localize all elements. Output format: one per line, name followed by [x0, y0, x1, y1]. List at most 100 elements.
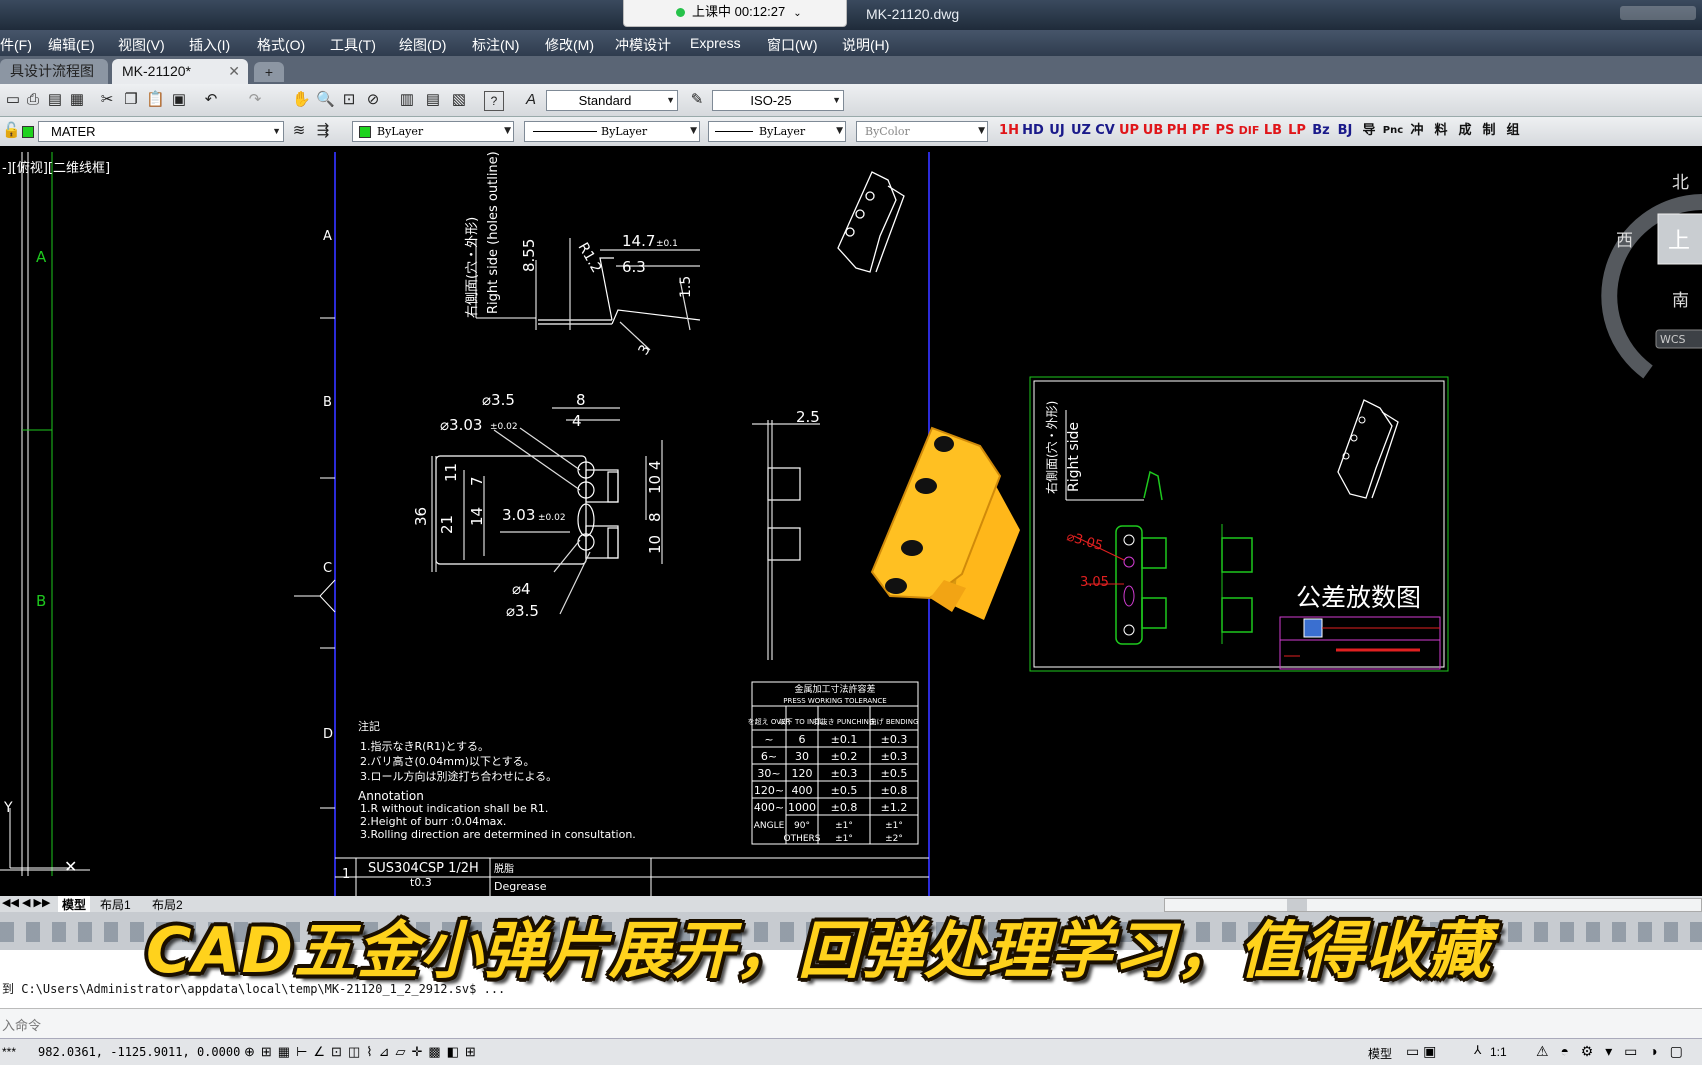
menu-express[interactable]: Express [690, 35, 741, 51]
menu-insert[interactable]: 插入(I) [189, 35, 230, 55]
linetype-select[interactable]: ByLayer ▼ [524, 121, 700, 142]
copy-icon[interactable]: ❐ [122, 91, 140, 109]
custom-button-1h[interactable]: 1H [998, 119, 1020, 143]
menu-tools[interactable]: 工具(T) [330, 35, 376, 55]
dim-style-icon[interactable]: ✎ [688, 91, 706, 109]
dim-dia-3-5: ⌀3.5 [482, 391, 515, 409]
paste-icon[interactable]: 📋 [146, 91, 165, 109]
menu-draw[interactable]: 绘图(D) [399, 35, 446, 55]
layer-previous-icon[interactable]: ⇶ [314, 122, 332, 140]
color-select[interactable]: ByLayer ▼ [352, 121, 514, 142]
dim-10-lower: 10 [646, 535, 664, 554]
menu-view[interactable]: 视图(V) [118, 35, 165, 55]
custom-button-ph[interactable]: PH [1166, 119, 1188, 143]
menu-file[interactable]: 件(F) [0, 35, 32, 55]
pan-icon[interactable]: ✋ [292, 91, 311, 109]
custom-button-dif[interactable]: DIF [1238, 119, 1260, 143]
status-tray-icons[interactable]: ⚠ ◓ ⚙ ▾ ▭ ◑ ▢ [1536, 1043, 1687, 1060]
layer-states-icon[interactable]: ≋ [290, 122, 308, 140]
ucs-y-label: Y [3, 800, 13, 816]
dim-style-select[interactable]: ISO-25 ▼ [712, 90, 844, 111]
close-icon[interactable]: ✕ [228, 59, 240, 84]
custom-button-group[interactable]: 组 [1502, 119, 1524, 143]
custom-button-form[interactable]: 成 [1454, 119, 1476, 143]
print-icon[interactable]: ⎙ [24, 91, 42, 109]
custom-button-punch[interactable]: 冲 [1406, 119, 1428, 143]
custom-button-make[interactable]: 制 [1478, 119, 1500, 143]
coordinates-readout[interactable]: 982.0361, -1125.9011, 0.0000 [38, 1045, 240, 1059]
menu-window[interactable]: 窗口(W) [767, 35, 818, 55]
viewcube-face[interactable]: 上 [1668, 229, 1690, 254]
frame-row-label: B [36, 592, 46, 610]
help-icon[interactable]: ? [484, 91, 504, 111]
view-cube[interactable] [1601, 194, 1702, 379]
title-block-thickness: t0.3 [410, 876, 432, 889]
table-cell: 1000 [788, 801, 816, 814]
zoom-realtime-icon[interactable]: 🔍 [316, 91, 335, 109]
custom-button-hd[interactable]: HD [1022, 119, 1044, 143]
text-style-icon[interactable]: A [522, 91, 540, 109]
custom-button-guide[interactable]: 导 [1358, 119, 1380, 143]
text-style-select[interactable]: Standard ▼ [546, 90, 678, 111]
custom-button-uz[interactable]: UZ [1070, 119, 1092, 143]
window-controls[interactable] [1620, 6, 1696, 20]
viewcube-south[interactable]: 南 [1672, 291, 1689, 311]
zoom-window-icon[interactable]: ⊡ [340, 91, 358, 109]
linetype-preview [533, 131, 597, 132]
custom-button-pnc[interactable]: Pnc [1382, 119, 1404, 143]
custom-button-lb[interactable]: LB [1262, 119, 1284, 143]
publish-icon[interactable]: ▦ [68, 91, 86, 109]
zoom-previous-icon[interactable]: ⊘ [364, 91, 382, 109]
redo-icon[interactable]: ↷ [246, 91, 264, 109]
design-center-icon[interactable]: ▤ [424, 91, 442, 109]
custom-button-ps[interactable]: PS [1214, 119, 1236, 143]
part-3d-model[interactable] [870, 426, 1020, 620]
tool-palettes-icon[interactable]: ▧ [450, 91, 468, 109]
ucs-wcs-label[interactable]: WCS [1660, 333, 1686, 346]
menu-die-design[interactable]: 冲模设计 [615, 35, 671, 55]
inset-dim-2: 3.05 [1080, 575, 1109, 590]
custom-button-uj[interactable]: UJ [1046, 119, 1068, 143]
viewcube-north[interactable]: 北 [1672, 173, 1689, 193]
new-icon[interactable]: ▭ [4, 91, 22, 109]
plotstyle-select[interactable]: ByColor ▼ [856, 121, 988, 142]
menu-edit[interactable]: 编辑(E) [48, 35, 95, 55]
new-tab-button[interactable]: + [254, 62, 284, 82]
match-properties-icon[interactable]: ▣ [170, 91, 188, 109]
annotation-scale-icon[interactable]: ⅄ [1474, 1043, 1481, 1057]
viewport-label[interactable]: -][俯视][二维线框] [2, 160, 110, 176]
lineweight-select[interactable]: ByLayer ▼ [708, 121, 846, 142]
menu-format[interactable]: 格式(O) [257, 35, 305, 55]
custom-button-cv[interactable]: CV [1094, 119, 1116, 143]
drafting-toggles-icons[interactable]: ⊕⊞▦⊢∠⊡◫⌇⊿▱✛▩◧⊞ [244, 1044, 482, 1060]
command-input[interactable]: 入命令 [0, 1008, 1702, 1039]
layer-lock-icon[interactable]: 🔓 [2, 122, 21, 140]
custom-button-bj[interactable]: BJ [1334, 119, 1356, 143]
properties-icon[interactable]: ▥ [398, 91, 416, 109]
menu-dimension[interactable]: 标注(N) [472, 35, 519, 55]
nav-arrows-icon[interactable]: ◀◀ ◀ ▶▶ [2, 896, 50, 909]
undo-icon[interactable]: ↶ [202, 91, 220, 109]
dim-2-5: 2.5 [796, 408, 820, 426]
layer-select[interactable]: MATER ▼ [38, 121, 284, 142]
layout-view-icons[interactable]: ▭ ▣ [1406, 1043, 1436, 1060]
cut-icon[interactable]: ✂ [98, 91, 116, 109]
custom-button-pf[interactable]: PF [1190, 119, 1212, 143]
drawing-canvas[interactable]: A B -][俯视][二维线框] Y ✕ A B C D 右側面(穴・外形) R… [0, 146, 1702, 896]
custom-button-up[interactable]: UP [1118, 119, 1140, 143]
custom-button-bz[interactable]: Bz [1310, 119, 1332, 143]
menu-modify[interactable]: 修改(M) [545, 35, 594, 55]
tab-model[interactable]: 模型 [58, 896, 91, 913]
custom-button-material[interactable]: 料 [1430, 119, 1452, 143]
custom-button-lp[interactable]: LP [1286, 119, 1308, 143]
viewcube-west[interactable]: 西 [1616, 231, 1633, 251]
menu-help[interactable]: 说明(H) [842, 35, 889, 55]
tab-mk21120[interactable]: MK-21120* ✕ [112, 59, 248, 84]
annotation-scale[interactable]: 1:1 [1490, 1045, 1507, 1059]
class-status-pill[interactable]: 上课中 00:12:27 ⌄ [623, 0, 847, 27]
custom-button-ub[interactable]: UB [1142, 119, 1164, 143]
preview-icon[interactable]: ▤ [46, 91, 64, 109]
tab-flowchart[interactable]: 具设计流程图* [0, 59, 108, 104]
tab-layout1[interactable]: 布局1 [100, 896, 131, 913]
model-space-button[interactable]: 模型 [1368, 1045, 1392, 1062]
